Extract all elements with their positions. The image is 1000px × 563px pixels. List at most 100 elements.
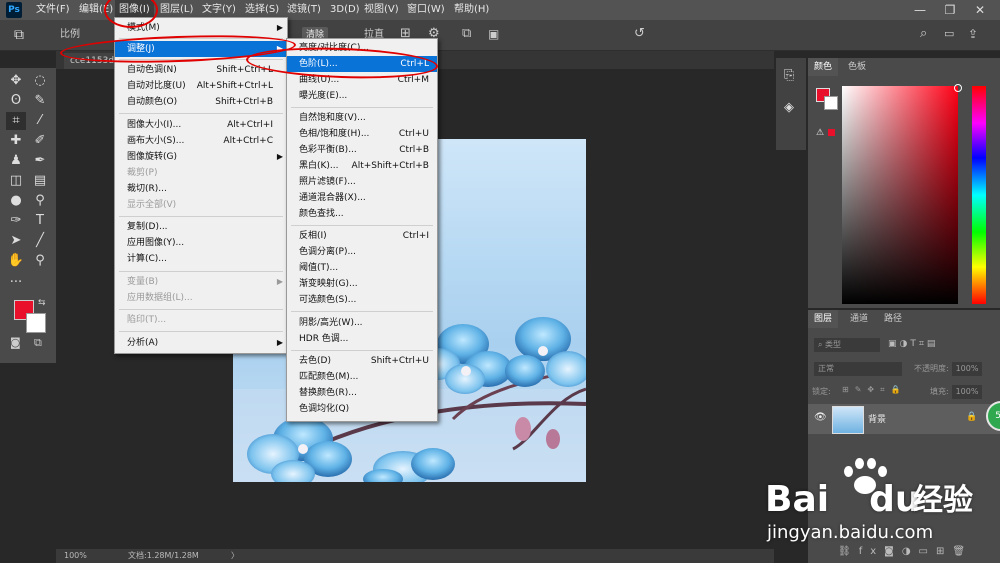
swap-colors-icon[interactable]: ⇆ [38,298,46,308]
menu-item-invert[interactable]: 反相(I) Ctrl+I [287,228,437,244]
undo-icon[interactable]: ↺ [634,26,650,42]
menu-item-color-lookup[interactable]: 颜色查找... [287,206,437,222]
menu-item-black-white[interactable]: 黑白(K)... Alt+Shift+Ctrl+B [287,158,437,174]
menu-item-apply-image[interactable]: 应用图像(Y)... [115,235,287,251]
zoom-level[interactable]: 100% [64,549,87,563]
type-tool-icon[interactable]: T [30,212,50,230]
blend-mode-select[interactable]: 正常 [814,362,902,376]
menu-item-match-color[interactable]: 匹配颜色(M)... [287,369,437,385]
menu-item-image-rotation[interactable]: 图像旋转(G) ▶ [115,149,287,165]
menu-item-auto-contrast[interactable]: 自动对比度(U) Alt+Shift+Ctrl+L [115,78,287,94]
quick-mask-icon[interactable]: ◙ [10,336,21,349]
gamut-swatch[interactable] [828,129,835,136]
tab-swatches[interactable]: 色板 [842,58,872,76]
move-tool-icon[interactable]: ✥ [6,72,26,90]
content-aware-icon[interactable]: ▣ [488,26,504,42]
menu-item-trap: 陷印(T)... [127,315,167,325]
hue-slider[interactable] [972,86,986,304]
menu-item-image-size[interactable]: 图像大小(I)... Alt+Ctrl+I [115,117,287,133]
photoshop-logo-icon: Ps [6,2,22,18]
baidu-jingyan-text: 经验 [913,483,973,518]
tab-color[interactable]: 颜色 [808,58,839,76]
menu-item-hue-saturation[interactable]: 色相/饱和度(H)... Ctrl+U [287,126,437,142]
layer-row[interactable]: 👁 背景 🔒 [808,404,1000,434]
crop-tool-icon[interactable]: ⌗ [6,112,26,130]
menu-item-hdr-toning[interactable]: HDR 色调... [287,331,437,347]
warning-icon: ⚠ [816,128,825,138]
lock-icons[interactable]: ⊞✎✥⌗🔒 [842,385,907,395]
healing-brush-icon[interactable]: ✚ [6,132,26,150]
adjustments-submenu: 亮度/对比度(C)... 色阶(L)... Ctrl+L 曲线(U)... Ctrl… [286,38,438,422]
layer-filter-icons[interactable]: ▣◑T⌗▤ [888,339,938,349]
menu-view[interactable]: 视图(V) [360,0,403,20]
crop-options-icon[interactable]: ⧉ [462,26,478,42]
screen-mode-icon[interactable]: ⧉ [34,336,42,350]
color-field[interactable] [842,86,958,304]
zoom-tool-icon[interactable]: ⚲ [30,252,50,270]
history-brush-icon[interactable]: ✒ [30,152,50,170]
line-tool-icon[interactable]: ╱ [30,232,50,250]
history-panel-icon[interactable]: ⎘ [784,68,794,83]
menu-item-duplicate[interactable]: 复制(D)... [115,219,287,235]
color-picker-marker[interactable] [954,84,962,92]
menu-3d[interactable]: 3D(D) [326,0,364,20]
pen-tool-icon[interactable]: ✑ [6,212,26,230]
menu-item-vibrance[interactable]: 自然饱和度(V)... [287,110,437,126]
blur-icon[interactable]: ● [6,192,26,210]
visibility-eye-icon[interactable]: 👁 [814,412,827,423]
menu-item-photo-filter[interactable]: 照片滤镜(F)... [287,174,437,190]
menu-item-replace-color[interactable]: 替换颜色(R)... [287,385,437,401]
menu-item-canvas-size[interactable]: 画布大小(S)... Alt+Ctrl+C [115,133,287,149]
search-icon[interactable]: ⌕ [920,26,936,42]
marquee-tool-icon[interactable]: ◌ [30,72,50,90]
share-icon[interactable]: ⇪ [968,26,984,42]
close-icon[interactable]: ✕ [965,0,995,20]
menu-item-exposure[interactable]: 曝光度(E)... [287,88,437,104]
menu-item-equalize[interactable]: 色调均化(Q) [287,401,437,417]
menu-item-trim[interactable]: 裁切(R)... [115,181,287,197]
tab-layers[interactable]: 图层 [808,310,839,328]
menu-item-desaturate[interactable]: 去色(D) Shift+Ctrl+U [287,353,437,369]
menu-item-color-balance[interactable]: 色彩平衡(B)... Ctrl+B [287,142,437,158]
menu-item-selective-color[interactable]: 可选颜色(S)... [287,292,437,308]
menu-help[interactable]: 帮助(H) [450,0,493,20]
menu-item-posterize[interactable]: 色调分离(P)... [287,244,437,260]
menu-window[interactable]: 窗口(W) [403,0,449,20]
lasso-tool-icon[interactable]: ʘ [6,92,26,110]
menu-item-calculations[interactable]: 计算(C)... [115,251,287,267]
menu-filter[interactable]: 滤镜(T) [283,0,325,20]
eraser-icon[interactable]: ◫ [6,172,26,190]
background-color-swatch[interactable] [26,313,46,333]
menu-item-threshold[interactable]: 阈值(T)... [287,260,437,276]
crop-tool-icon[interactable]: ⧉ [14,26,32,44]
tab-channels[interactable]: 通道 [844,310,874,328]
gradient-icon[interactable]: ▤ [30,172,50,190]
opacity-input[interactable]: 100% [952,362,982,376]
restore-icon[interactable]: ❐ [935,0,965,20]
clone-stamp-icon[interactable]: ♟ [6,152,26,170]
layer-filter[interactable]: ⌕ 类型 [814,338,880,352]
workspace-icon[interactable]: ▭ [944,26,960,42]
menu-item-gradient-map[interactable]: 渐变映射(G)... [287,276,437,292]
hand-tool-icon[interactable]: ✋ [6,252,26,270]
background-color-swatch[interactable] [824,96,838,110]
color-panel: 颜色 色板 ⚠ [808,58,1000,308]
menu-item-channel-mixer[interactable]: 通道混合器(X)... [287,190,437,206]
dodge-icon[interactable]: ⚲ [30,192,50,210]
menu-file[interactable]: 文件(F) [32,0,74,20]
path-select-icon[interactable]: ➤ [6,232,26,250]
minimize-icon[interactable]: — [905,0,935,20]
eyedropper-icon[interactable]: ⁄ [30,112,50,130]
status-bar: 100% 文档:1.28M/1.28M 〉 [56,549,774,563]
status-arrow-icon[interactable]: 〉 [231,549,239,563]
menu-item-auto-color[interactable]: 自动颜色(O) Shift+Ctrl+B [115,94,287,110]
fill-input[interactable]: 100% [952,385,982,399]
tab-paths[interactable]: 路径 [878,310,908,328]
more-tools-icon[interactable]: ··· [6,274,26,292]
menu-item-shadows-highlights[interactable]: 阴影/高光(W)... [287,315,437,331]
properties-panel-icon[interactable]: ◈ [784,100,794,115]
brush-icon[interactable]: ✐ [30,132,50,150]
menu-item-analysis[interactable]: 分析(A) ▶ [115,335,287,351]
quick-select-icon[interactable]: ✎ [30,92,50,110]
layer-name[interactable]: 背景 [868,412,886,425]
